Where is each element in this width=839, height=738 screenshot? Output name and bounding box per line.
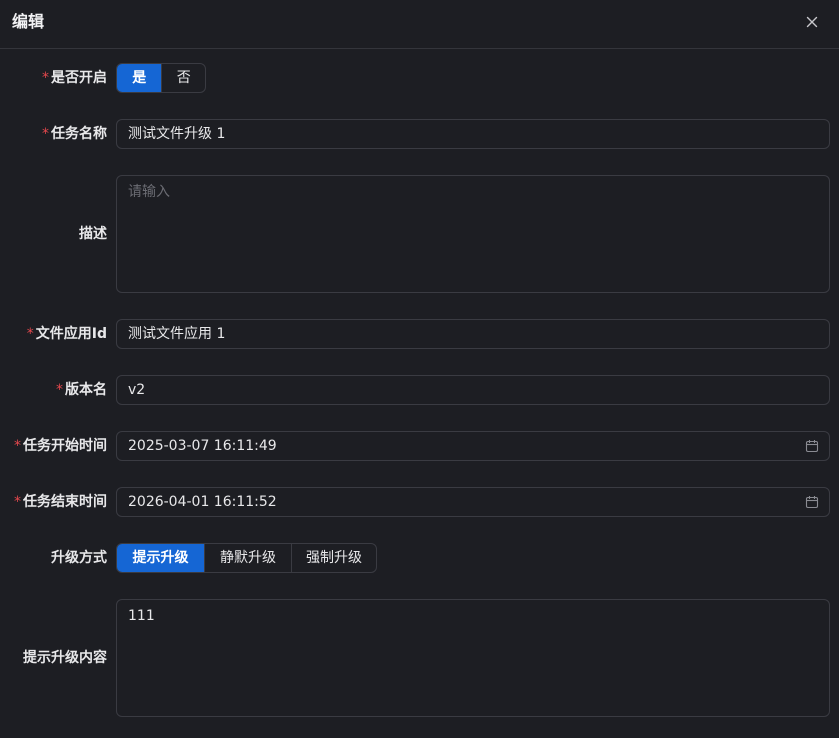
enabled-option-yes[interactable]: 是 [117, 64, 162, 92]
required-mark: * [42, 70, 49, 86]
end-time-picker[interactable]: 2026-04-01 16:11:52 [116, 487, 830, 517]
close-button[interactable] [802, 12, 822, 32]
required-mark: * [56, 382, 63, 398]
upgrade-mode-option-force[interactable]: 强制升级 [291, 544, 376, 572]
calendar-icon [805, 440, 819, 453]
upgrade-mode-selector: 提示升级 静默升级 强制升级 [116, 543, 377, 573]
close-icon [806, 16, 818, 28]
upgrade-mode-label: 升级方式 [51, 550, 107, 566]
start-time-value: 2025-03-07 16:11:49 [128, 438, 277, 454]
dialog-title: 编辑 [12, 12, 45, 31]
file-app-id-label: * 文件应用Id [26, 326, 107, 342]
end-time-label: * 任务结束时间 [14, 494, 107, 510]
enabled-option-no[interactable]: 否 [161, 64, 205, 92]
required-mark: * [26, 326, 34, 342]
upgrade-mode-option-prompt[interactable]: 提示升级 [117, 544, 204, 572]
task-name-label: * 任务名称 [42, 126, 107, 142]
edit-dialog: 编辑 * 是否开启 是 否 * 任务名称 测试文件升级 1 描述 请输入 * 文件应用… [0, 0, 839, 738]
task-name-input[interactable]: 测试文件升级 1 [116, 119, 830, 149]
required-mark: * [14, 438, 21, 454]
end-time-value: 2026-04-01 16:11:52 [128, 494, 277, 510]
upgrade-mode-option-silent[interactable]: 静默升级 [204, 544, 291, 572]
start-time-label: * 任务开始时间 [14, 438, 107, 454]
version-name-label: * 版本名 [56, 382, 107, 398]
calendar-icon [805, 496, 819, 509]
enabled-label: * 是否开启 [42, 70, 107, 86]
description-textarea[interactable]: 请输入 [116, 175, 830, 293]
version-name-input[interactable]: v2 [116, 375, 830, 405]
prompt-content-label: 提示升级内容 [23, 650, 107, 666]
description-label: 描述 [79, 226, 107, 242]
required-mark: * [42, 126, 49, 142]
required-mark: * [14, 494, 21, 510]
enabled-toggle: 是 否 [116, 63, 206, 93]
prompt-content-textarea[interactable]: 111 [116, 599, 830, 717]
file-app-id-input[interactable]: 测试文件应用 1 [116, 319, 830, 349]
dialog-header: 编辑 [0, 0, 839, 49]
start-time-picker[interactable]: 2025-03-07 16:11:49 [116, 431, 830, 461]
